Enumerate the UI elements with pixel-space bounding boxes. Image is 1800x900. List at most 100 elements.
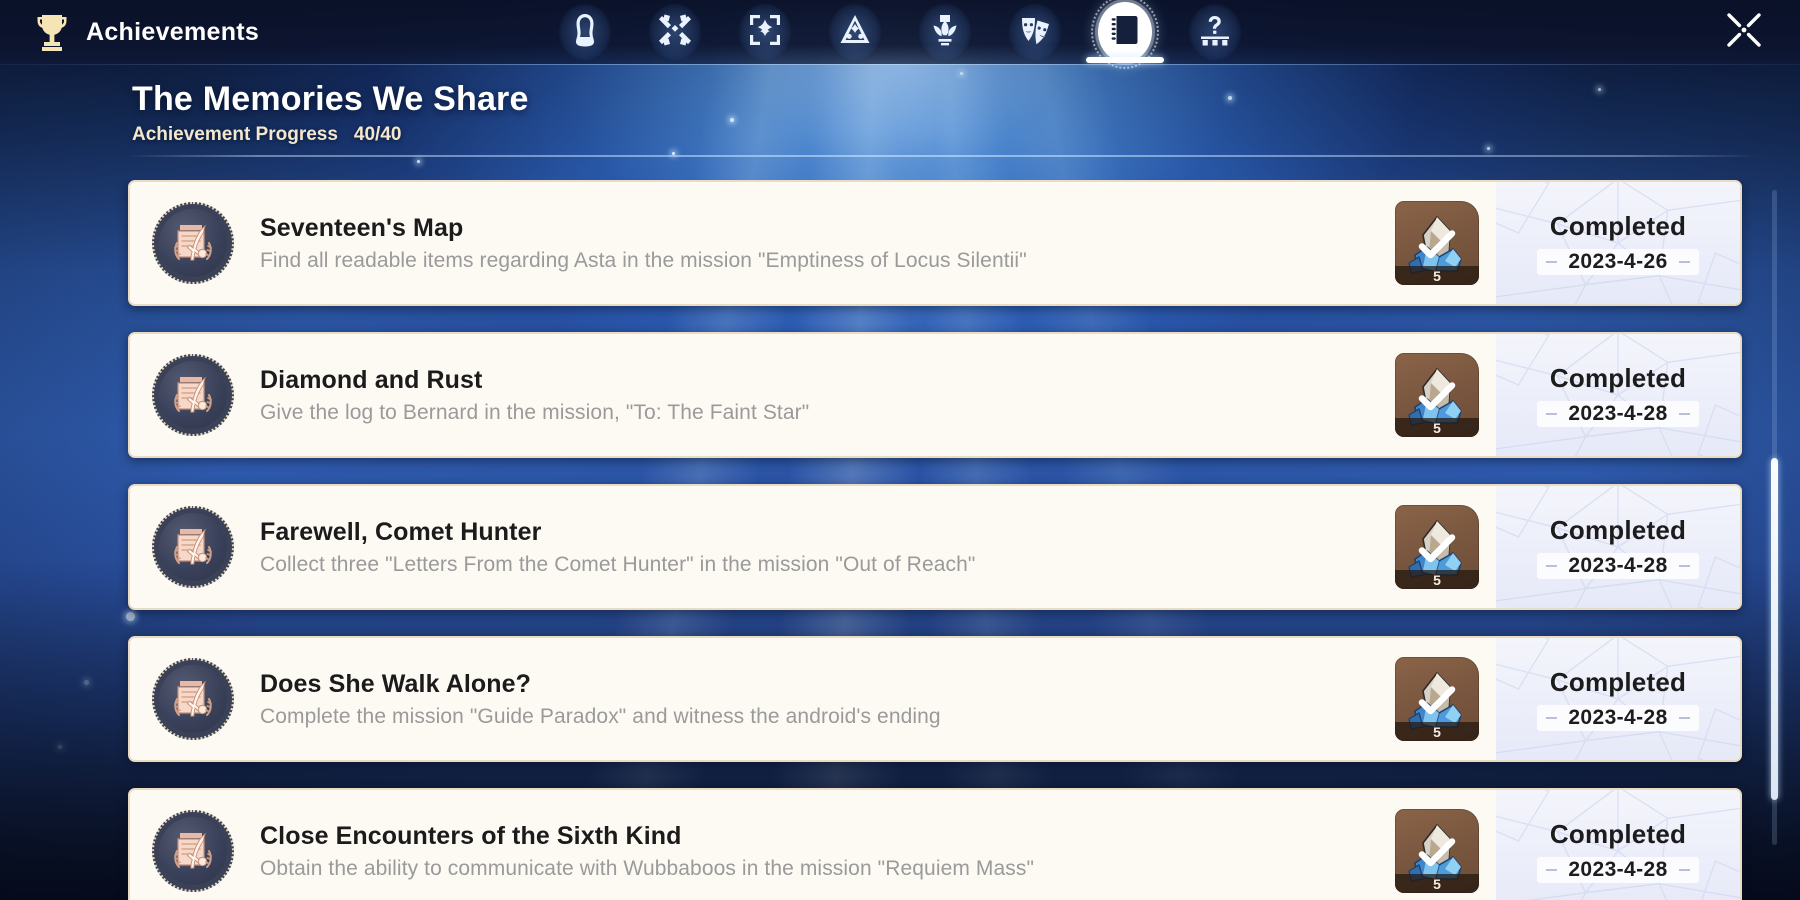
- dash-left-icon: [1546, 413, 1558, 415]
- achievement-row[interactable]: Does She Walk Alone? Complete the missio…: [128, 636, 1742, 762]
- achievement-reward[interactable]: 5: [1378, 334, 1496, 456]
- achievement-title: Seventeen's Map: [260, 213, 464, 242]
- achievement-status: Completed 2023-4-26: [1496, 182, 1740, 304]
- memories-medal-icon: [165, 365, 221, 426]
- achievement-title: Close Encounters of the Sixth Kind: [260, 821, 682, 850]
- achievement-description: Find all readable items regarding Asta i…: [260, 248, 1027, 272]
- tab-eons[interactable]: [810, 0, 900, 64]
- achievement-row[interactable]: Close Encounters of the Sixth Kind Obtai…: [128, 788, 1742, 900]
- reward-count: 5: [1433, 419, 1441, 436]
- crossed-arrows-icon: [658, 13, 692, 52]
- achievement-title: Does She Walk Alone?: [260, 669, 532, 698]
- achievement-badge: [130, 182, 256, 304]
- status-date-wrap: 2023-4-26: [1537, 249, 1699, 275]
- completion-date: 2023-4-28: [1568, 706, 1668, 729]
- trophy-icon: [34, 12, 70, 52]
- top-bar: Achievements: [0, 0, 1800, 69]
- achievement-text: Diamond and Rust Give the log to Bernard…: [256, 334, 1378, 456]
- tab-strip: [540, 0, 1260, 69]
- status-badge: Completed: [1549, 667, 1687, 697]
- achievement-title: Farewell, Comet Hunter: [260, 517, 542, 546]
- achievement-badge: [130, 790, 256, 900]
- close-icon: [1721, 7, 1767, 58]
- heading-divider: [128, 155, 1758, 157]
- page-title: The Memories We Share: [132, 80, 529, 118]
- achievement-reward[interactable]: 5: [1378, 182, 1496, 304]
- achievement-text: Seventeen's Map Find all readable items …: [256, 182, 1378, 304]
- check-icon: [1418, 229, 1456, 258]
- status-watermark-pattern: [1496, 334, 1740, 456]
- memories-medal-icon: [165, 517, 221, 578]
- achievement-progress: Achievement Progress 40/40: [132, 124, 529, 146]
- memories-medal-icon: [165, 821, 221, 882]
- triangle-sigil-icon: [838, 13, 872, 52]
- status-badge: Completed: [1549, 211, 1687, 241]
- check-icon: [1418, 533, 1456, 562]
- achievement-text: Does She Walk Alone? Complete the missio…: [256, 638, 1378, 760]
- status-watermark-pattern: [1496, 638, 1740, 760]
- tab-active-ring: [1091, 0, 1159, 69]
- reward-count: 5: [1433, 875, 1441, 892]
- dash-left-icon: [1546, 869, 1558, 871]
- reward-count: 5: [1433, 723, 1441, 740]
- achievement-badge: [130, 638, 256, 760]
- close-button[interactable]: [1716, 8, 1772, 56]
- status-date-wrap: 2023-4-28: [1537, 553, 1699, 579]
- achievement-title: Diamond and Rust: [260, 365, 483, 394]
- status-badge: Completed: [1549, 819, 1687, 849]
- achievement-badge: [130, 334, 256, 456]
- achievement-text: Close Encounters of the Sixth Kind Obtai…: [256, 790, 1378, 900]
- completion-date: 2023-4-26: [1568, 250, 1668, 273]
- status-badge: Completed: [1549, 363, 1687, 393]
- achievement-row[interactable]: Seventeen's Map Find all readable items …: [128, 180, 1742, 306]
- achievement-text: Farewell, Comet Hunter Collect three "Le…: [256, 486, 1378, 608]
- memories-medal-icon: [165, 213, 221, 274]
- tab-the-memories-we-share[interactable]: [1080, 0, 1170, 69]
- status-watermark-pattern: [1496, 486, 1740, 608]
- mystery-box-icon: [1198, 13, 1232, 52]
- memories-medal-icon: [165, 669, 221, 730]
- dash-right-icon: [1678, 869, 1690, 871]
- dash-left-icon: [1546, 717, 1558, 719]
- tab-fathom-the-unfathomable[interactable]: [1170, 0, 1260, 64]
- achievement-row[interactable]: Farewell, Comet Hunter Collect three "Le…: [128, 484, 1742, 610]
- brand: Achievements: [34, 0, 259, 64]
- progress-value: 40/40: [353, 124, 402, 145]
- status-watermark-pattern: [1496, 182, 1740, 304]
- status-date-wrap: 2023-4-28: [1537, 705, 1699, 731]
- helmet-icon: [568, 13, 602, 52]
- achievement-status: Completed 2023-4-28: [1496, 486, 1740, 608]
- diamond-frame-icon: [748, 13, 782, 52]
- achievement-status: Completed 2023-4-28: [1496, 638, 1740, 760]
- achievement-description: Obtain the ability to communicate with W…: [260, 856, 1035, 880]
- reward-count: 5: [1433, 267, 1441, 284]
- status-date-wrap: 2023-4-28: [1537, 401, 1699, 427]
- achievement-row[interactable]: Diamond and Rust Give the log to Bernard…: [128, 332, 1742, 458]
- check-icon: [1418, 381, 1456, 410]
- check-icon: [1418, 685, 1456, 714]
- page-heading: The Memories We Share Achievement Progre…: [132, 80, 529, 146]
- achievement-description: Complete the mission "Guide Paradox" and…: [260, 704, 941, 728]
- scrollbar-thumb[interactable]: [1771, 458, 1778, 800]
- achievement-status: Completed 2023-4-28: [1496, 334, 1740, 456]
- achievement-description: Collect three "Letters From the Comet Hu…: [260, 552, 976, 576]
- brand-title: Achievements: [86, 17, 260, 46]
- completion-date: 2023-4-28: [1568, 402, 1668, 425]
- achievement-status: Completed 2023-4-28: [1496, 790, 1740, 900]
- achievement-reward[interactable]: 5: [1378, 638, 1496, 760]
- tab-moment[interactable]: [990, 0, 1080, 64]
- achievement-badge: [130, 486, 256, 608]
- status-date-wrap: 2023-4-28: [1537, 857, 1699, 883]
- tab-trailblazer[interactable]: [540, 0, 630, 64]
- top-bar-underline: [0, 64, 1800, 65]
- achievement-list[interactable]: Seventeen's Map Find all readable items …: [0, 180, 1800, 900]
- completion-date: 2023-4-28: [1568, 554, 1668, 577]
- tab-universe[interactable]: [720, 0, 810, 64]
- tab-vestige[interactable]: [900, 0, 990, 64]
- dash-right-icon: [1678, 413, 1690, 415]
- achievement-reward[interactable]: 5: [1378, 486, 1496, 608]
- achievement-reward[interactable]: 5: [1378, 790, 1496, 900]
- tab-combat[interactable]: [630, 0, 720, 64]
- check-icon: [1418, 837, 1456, 866]
- completion-date: 2023-4-28: [1568, 858, 1668, 881]
